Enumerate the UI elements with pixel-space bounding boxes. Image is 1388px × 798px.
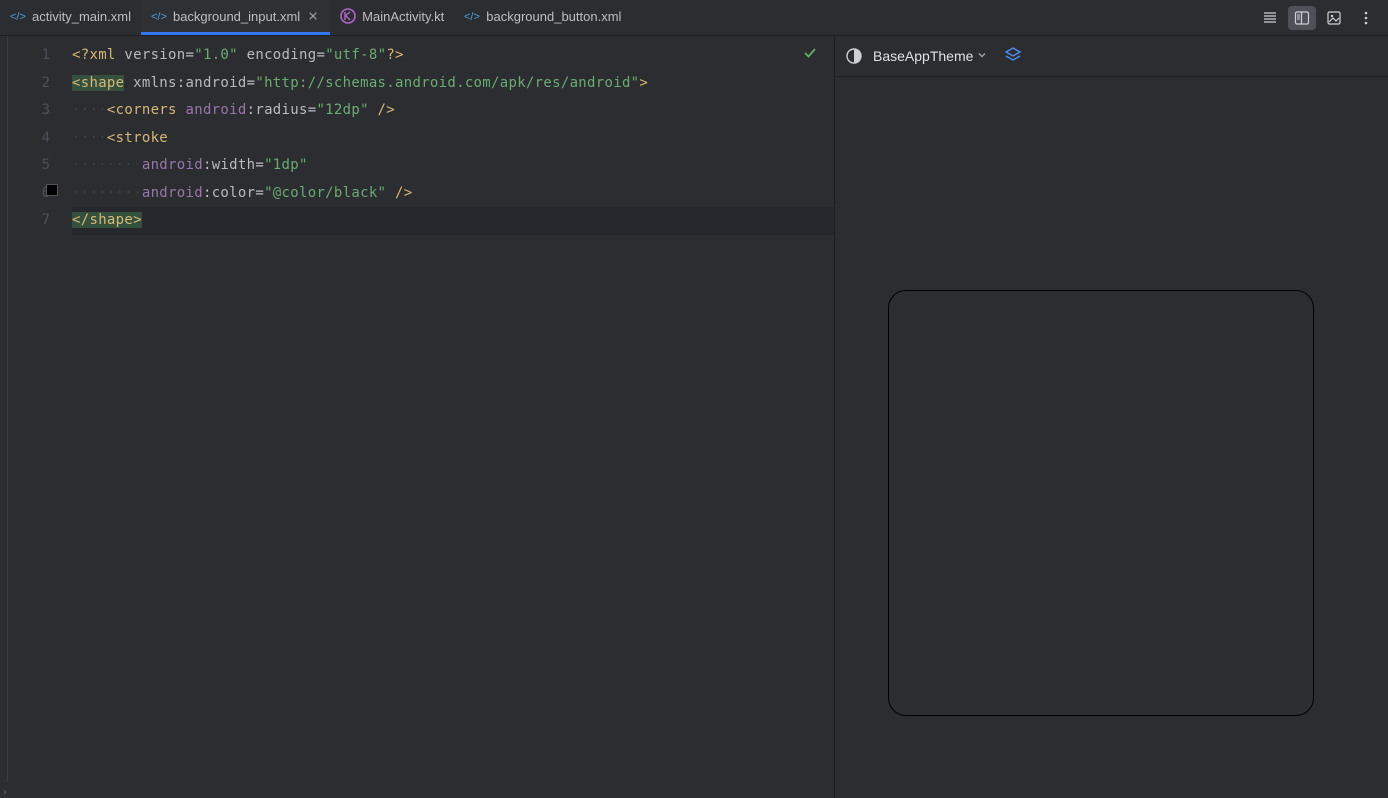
tab-main-activity[interactable]: MainActivity.kt [330,0,454,35]
xml-file-icon: </> [151,8,167,24]
preview-rendered-shape [888,290,1314,716]
tab-label: background_button.xml [486,9,621,24]
theme-icon[interactable] [845,47,863,65]
code-line: <?xml version="1.0" encoding="utf-8"?> [72,42,834,70]
tab-bar: </> activity_main.xml </> background_inp… [0,0,1388,36]
close-icon[interactable] [306,9,320,23]
code-line: ········android:width="1dp" [72,152,834,180]
breadcrumb-bar: › [0,782,834,798]
preview-canvas[interactable] [835,76,1388,798]
tab-activity-main[interactable]: </> activity_main.xml [0,0,141,35]
view-split-icon[interactable] [1288,6,1316,30]
toolbar-right [1256,6,1388,30]
preview-pane: BaseAppTheme [835,36,1388,798]
layers-icon[interactable] [1003,45,1023,68]
color-swatch-icon[interactable] [46,184,58,196]
tab-label: background_input.xml [173,9,300,24]
line-number: 3 [8,97,68,125]
editor-pane: 1 2 3 4 5 6 7 <?xml version="1.0" encodi… [0,36,834,782]
view-code-icon[interactable] [1256,6,1284,30]
line-number: 5 [8,152,68,180]
tab-background-input[interactable]: </> background_input.xml [141,0,330,35]
preview-toolbar: BaseAppTheme [835,36,1388,76]
code-line: ····<stroke [72,125,834,153]
line-number: 7 [8,207,68,235]
line-gutter: 1 2 3 4 5 6 7 [8,36,68,782]
theme-selector[interactable]: BaseAppTheme [873,48,987,64]
code-area[interactable]: <?xml version="1.0" encoding="utf-8"?> <… [68,36,834,782]
xml-file-icon: </> [464,8,480,24]
tab-label: MainActivity.kt [362,9,444,24]
editor-wrapper: 1 2 3 4 5 6 7 <?xml version="1.0" encodi… [0,36,835,798]
svg-text:</>: </> [10,11,26,23]
code-line: <shape xmlns:android="http://schemas.and… [72,70,834,98]
svg-text:</>: </> [464,11,480,23]
theme-name: BaseAppTheme [873,48,973,64]
tab-background-button[interactable]: </> background_button.xml [454,0,631,35]
more-icon[interactable] [1352,6,1380,30]
svg-text:</>: </> [151,11,167,23]
preview-canvas-wrap [835,76,1388,798]
line-number: 4 [8,125,68,153]
breadcrumb-chevron-icon[interactable]: › [2,787,8,798]
tabs-container: </> activity_main.xml </> background_inp… [0,0,1256,35]
left-gutter-strip [0,36,8,782]
xml-file-icon: </> [10,8,26,24]
line-number: 6 [8,180,68,208]
view-design-icon[interactable] [1320,6,1348,30]
code-line: ········android:color="@color/black" /> [72,180,834,208]
chevron-down-icon [977,50,987,63]
tab-label: activity_main.xml [32,9,131,24]
line-number: 1 [8,42,68,70]
kotlin-file-icon [340,8,356,24]
code-line: ····<corners android:radius="12dp" /> [72,97,834,125]
main-split: 1 2 3 4 5 6 7 <?xml version="1.0" encodi… [0,36,1388,798]
code-line: </shape> [72,207,834,235]
inspection-ok-icon[interactable] [802,44,818,72]
line-number: 2 [8,70,68,98]
